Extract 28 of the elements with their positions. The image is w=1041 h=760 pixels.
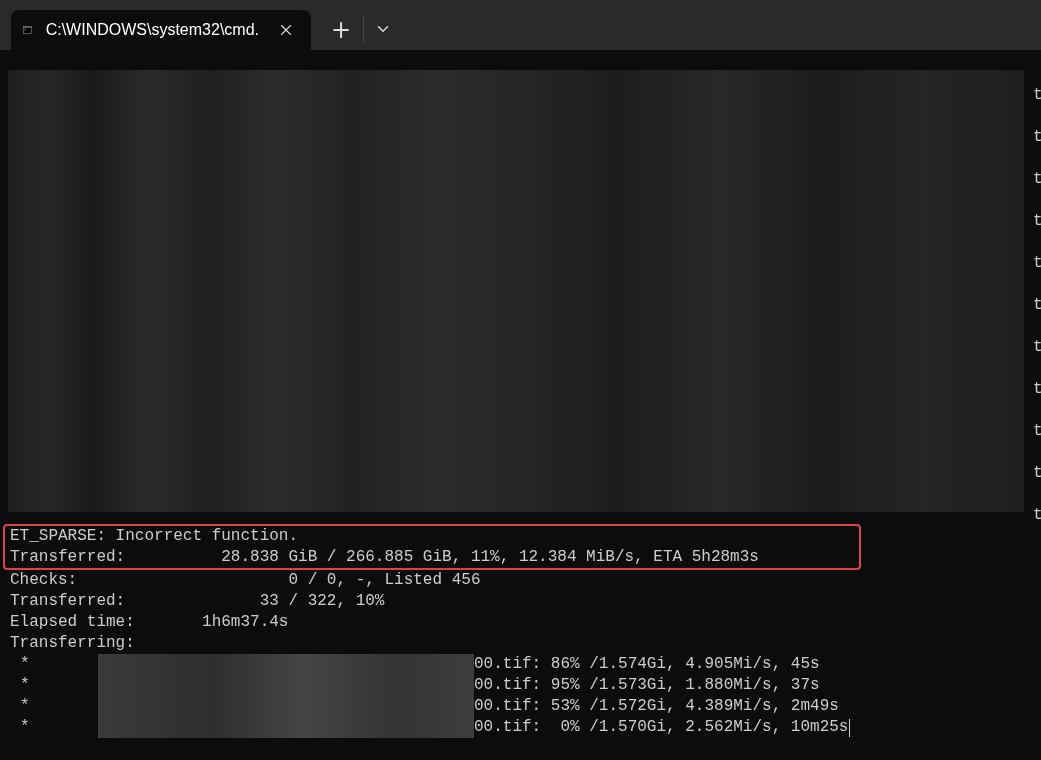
terminal-text: t: [1033, 85, 1041, 106]
tab-title: C:\WINDOWS\system32\cmd.: [45, 21, 259, 39]
highlighted-line: Transferred: 28.838 GiB / 266.885 GiB, 11%, 12.384 MiB/s, ETA 5h28m3s: [3, 547, 861, 570]
terminal-line: Transferring:: [9, 633, 136, 654]
terminal-line: 00.tif: 53% /1.572Gi, 4.389Mi/s, 2m49s: [474, 696, 839, 717]
terminal-text: t: [1033, 295, 1041, 316]
bullet: *: [20, 675, 31, 696]
terminal-line: 00.tif: 95% /1.573Gi, 1.880Mi/s, 37s: [474, 675, 820, 696]
tab[interactable]: C:\WINDOWS\system32\cmd.: [11, 10, 311, 50]
terminal-text: t: [1033, 505, 1041, 526]
terminal-text: t: [1033, 127, 1041, 148]
terminal-line: Transferred: 33 / 322, 10%: [9, 591, 386, 612]
terminal-text: t: [1033, 463, 1041, 484]
terminal-text: t: [1033, 379, 1041, 400]
terminal-text: t: [1033, 169, 1041, 190]
terminal-text: t: [1033, 337, 1041, 358]
highlighted-line: ET_SPARSE: Incorrect function.: [3, 524, 861, 547]
terminal-text: t: [1033, 211, 1041, 232]
terminal-line: 00.tif: 86% /1.574Gi, 4.905Mi/s, 45s: [474, 654, 820, 675]
bullet: *: [20, 696, 31, 717]
terminal-line: 00.tif: 0% /1.570Gi, 2.562Mi/s, 10m25s: [474, 717, 849, 738]
terminal-line: Checks: 0 / 0, -, Listed 456: [9, 570, 482, 591]
terminal-text: t: [1033, 421, 1041, 442]
new-tab-button[interactable]: +: [325, 14, 358, 46]
bullet: *: [20, 717, 31, 738]
bullet: *: [20, 654, 31, 675]
terminal-text: t: [1033, 253, 1041, 274]
terminal-line: Elapsed time: 1h6m37.4s: [9, 612, 290, 633]
